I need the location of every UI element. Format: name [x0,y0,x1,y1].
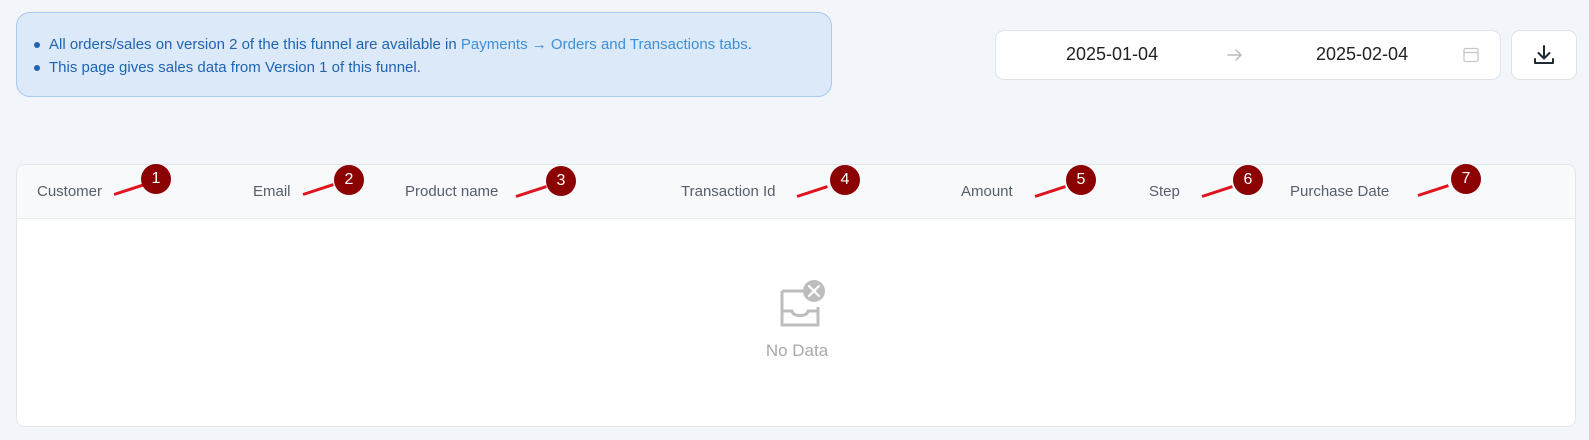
column-header-email[interactable]: Email [253,183,291,200]
sales-table: Customer Email Product name Transaction … [16,164,1576,427]
download-icon [1534,45,1554,64]
marker-7: 7 [1451,164,1481,194]
marker-4: 4 [830,165,860,195]
info-text: All orders/sales on version 2 of the thi… [49,36,461,53]
column-header-customer[interactable]: Customer [37,183,102,200]
column-header-purchase-date[interactable]: Purchase Date [1290,183,1389,200]
download-button[interactable] [1511,30,1577,80]
payments-link[interactable]: Payments → Orders and Transactions tabs [461,36,748,53]
calendar-icon [1463,47,1479,63]
info-banner: All orders/sales on version 2 of the thi… [16,12,832,97]
column-header-amount[interactable]: Amount [961,183,1013,200]
empty-inbox-icon [780,280,825,327]
marker-1: 1 [141,164,171,194]
table-header: Customer Email Product name Transaction … [17,165,1575,219]
marker-2: 2 [334,165,364,195]
info-list: All orders/sales on version 2 of the thi… [31,33,817,79]
info-item-version1: This page gives sales data from Version … [31,56,817,79]
info-text-suffix: . [747,36,752,53]
start-date-input[interactable]: 2025-01-04 [1066,44,1158,65]
arrow-right-icon [1227,49,1242,61]
info-item-version2: All orders/sales on version 2 of the thi… [31,33,817,56]
empty-state-text: No Data [765,341,829,360]
marker-6: 6 [1233,165,1263,195]
column-header-transaction-id[interactable]: Transaction Id [681,183,776,200]
marker-5: 5 [1066,165,1096,195]
column-header-product-name[interactable]: Product name [405,183,498,200]
marker-3: 3 [546,166,576,196]
column-header-step[interactable]: Step [1149,183,1180,200]
empty-state: No Data [17,219,1575,426]
end-date-input[interactable]: 2025-02-04 [1316,44,1408,65]
date-range-picker[interactable]: 2025-01-04 2025-02-04 [995,30,1501,80]
